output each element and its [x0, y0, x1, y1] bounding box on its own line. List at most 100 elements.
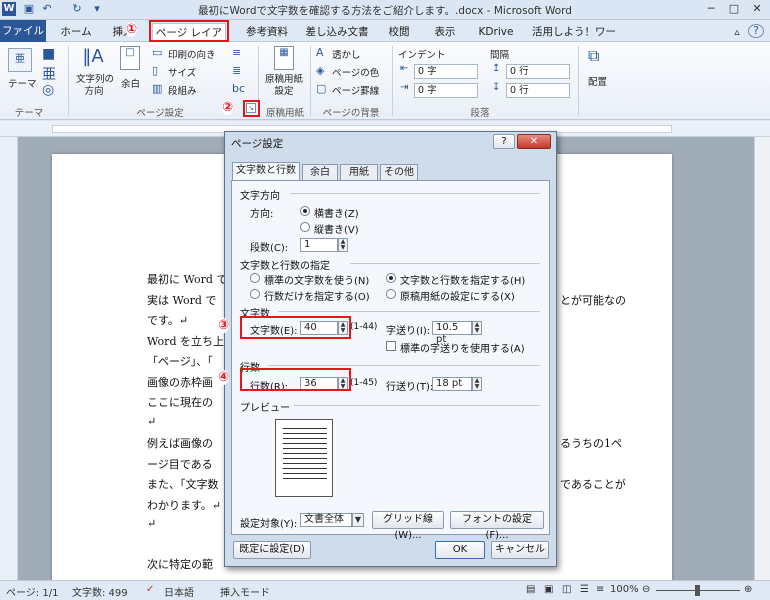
line-pitch-input[interactable]: 18 pt — [432, 377, 472, 391]
radio-horizontal-label[interactable]: 横書き(Z) — [314, 205, 359, 220]
radio-lines-only-label[interactable]: 行数だけを指定する(O) — [264, 288, 370, 303]
tab-chars-lines[interactable]: 文字数と行数 — [232, 162, 300, 181]
status-bar: ページ: 1/1 文字数: 499 ✓ 日本語 挿入モード ▤ ▣ ◫ ☰ ≡ … — [0, 580, 770, 600]
chevron-down-icon[interactable]: ▼ — [352, 513, 364, 527]
status-page[interactable]: ページ: 1/1 — [6, 584, 58, 599]
doc-line: 例えば画像の — [147, 437, 213, 450]
radio-lines-only[interactable] — [250, 289, 260, 299]
set-default-button[interactable]: 既定に設定(D) — [233, 541, 311, 559]
font-settings-button[interactable]: フォントの設定(F)... — [450, 511, 544, 541]
radio-horizontal[interactable] — [300, 206, 310, 216]
page-color-label[interactable]: ページの色 — [332, 65, 379, 79]
apply-to-select[interactable]: 文書全体 — [300, 513, 352, 527]
radio-vertical[interactable] — [300, 222, 310, 232]
theme-colors-icon[interactable]: ■ — [42, 46, 55, 62]
vertical-ruler[interactable] — [0, 137, 18, 580]
print-layout-icon[interactable]: ▤ — [526, 584, 535, 595]
text-direction-icon[interactable]: ‖A — [80, 46, 106, 67]
page-border-icon[interactable]: ▢ — [316, 82, 326, 95]
radio-vertical-label[interactable]: 縦書き(V) — [314, 221, 359, 236]
columns-input[interactable]: 1 — [300, 238, 338, 252]
zoom-in-icon[interactable]: ⊕ — [744, 584, 752, 595]
radio-chars-and-lines[interactable] — [386, 273, 396, 283]
zoom-out-icon[interactable]: ⊖ — [642, 584, 650, 595]
hyphenation-icon[interactable]: bc — [232, 82, 245, 95]
char-pitch-spin[interactable]: ▲ ▼ — [472, 321, 482, 335]
tab-margins[interactable]: 余白 — [302, 164, 338, 181]
line-numbers-icon[interactable]: ≣ — [232, 64, 241, 77]
manuscript-button[interactable]: 原稿用紙 設定 — [262, 74, 306, 98]
page-color-icon[interactable]: ◈ — [316, 64, 324, 77]
manuscript-icon[interactable]: ▦ — [274, 46, 294, 70]
proofing-icon[interactable]: ✓ — [146, 584, 154, 595]
tab-review[interactable]: 校閲 — [384, 23, 414, 41]
tab-home[interactable]: ホーム — [56, 23, 96, 41]
indent-right-input[interactable]: 0 字 — [414, 83, 478, 98]
cancel-button[interactable]: キャンセル — [491, 541, 549, 559]
columns-spin[interactable]: ▲ ▼ — [338, 238, 348, 252]
draft-icon[interactable]: ≡ — [596, 584, 604, 595]
indent-left-input[interactable]: 0 字 — [414, 64, 478, 79]
size-label[interactable]: サイズ — [168, 65, 196, 79]
tab-word-tips[interactable]: 活用しよう！ワード — [530, 23, 618, 56]
standard-pitch-checkbox[interactable] — [386, 341, 396, 351]
vertical-scrollbar[interactable] — [754, 137, 770, 580]
char-pitch-input[interactable]: 10.5 pt — [432, 321, 472, 345]
margin-label[interactable]: 余白 — [121, 76, 140, 90]
standard-pitch-label[interactable]: 標準の字送りを使用する(A) — [400, 340, 525, 355]
theme-fonts-icon[interactable]: 亜 — [42, 64, 56, 84]
tab-file[interactable]: ファイル — [0, 20, 46, 42]
ok-button[interactable]: OK — [435, 541, 485, 559]
maximize-button[interactable]: □ — [723, 1, 745, 17]
radio-standard-chars[interactable] — [250, 273, 260, 283]
theme-label[interactable]: テーマ — [8, 76, 37, 90]
status-insert-mode[interactable]: 挿入モード — [220, 584, 270, 599]
group-separator — [68, 46, 69, 116]
radio-manuscript-label[interactable]: 原稿用紙の設定にする(X) — [400, 288, 515, 303]
margin-icon[interactable]: □ — [120, 46, 140, 70]
tab-paper[interactable]: 用紙 — [340, 164, 378, 181]
close-button[interactable]: ✕ — [746, 1, 768, 17]
spacing-before-input[interactable]: 0 行 — [506, 64, 570, 79]
spacing-after-input[interactable]: 0 行 — [506, 83, 570, 98]
tab-kdrive[interactable]: KDrive — [474, 23, 518, 41]
watermark-label[interactable]: 透かし — [332, 47, 361, 61]
group-manuscript: 原稿用紙 — [265, 108, 304, 119]
theme-effects-icon[interactable]: ◎ — [42, 82, 54, 98]
text-direction-label[interactable]: 文字列の 方向 — [76, 74, 114, 98]
spacing-header: 間隔 — [490, 50, 510, 61]
minimize-ribbon-icon[interactable]: ▵ — [730, 23, 744, 41]
status-word-count[interactable]: 文字数: 499 — [72, 584, 128, 599]
size-icon[interactable]: ▯ — [152, 64, 158, 77]
tab-other[interactable]: その他 — [380, 164, 418, 181]
zoom-slider-thumb[interactable] — [695, 585, 700, 596]
status-language[interactable]: 日本語 — [164, 584, 194, 599]
web-layout-icon[interactable]: ◫ — [562, 584, 571, 595]
theme-icon[interactable]: 亜 — [8, 48, 32, 72]
orientation-label[interactable]: 印刷の向き — [168, 47, 216, 61]
tab-view[interactable]: 表示 — [430, 23, 460, 41]
watermark-icon[interactable]: A — [316, 46, 324, 59]
radio-chars-and-lines-label[interactable]: 文字数と行数を指定する(H) — [400, 272, 525, 287]
orientation-icon[interactable]: ▭ — [152, 46, 162, 59]
minimize-button[interactable]: ─ — [700, 1, 722, 17]
columns-icon[interactable]: ▥ — [152, 82, 162, 95]
radio-standard-chars-label[interactable]: 標準の文字数を使う(N) — [264, 272, 369, 287]
radio-manuscript[interactable] — [386, 289, 396, 299]
tab-references[interactable]: 参考資料 — [242, 23, 292, 41]
dialog-close-button[interactable]: ✕ — [517, 134, 551, 149]
tab-mailings[interactable]: 差し込み文書 — [304, 23, 370, 41]
line-pitch-spin[interactable]: ▲ ▼ — [472, 377, 482, 391]
lines-range: (1-45) — [350, 378, 378, 388]
zoom-level[interactable]: 100% — [610, 584, 639, 595]
grid-lines-button[interactable]: グリッド線(W)... — [372, 511, 444, 541]
full-screen-icon[interactable]: ▣ — [544, 584, 553, 595]
dialog-help-button[interactable]: ? — [493, 134, 515, 149]
help-icon[interactable]: ? — [748, 24, 764, 38]
breaks-icon[interactable]: ≡ — [232, 46, 241, 59]
columns-label[interactable]: 段組み — [168, 83, 197, 97]
page-border-label[interactable]: ページ罫線 — [332, 83, 379, 97]
arrange-icon[interactable]: ⧉ — [588, 46, 599, 66]
arrange-label[interactable]: 配置 — [588, 74, 607, 88]
outline-icon[interactable]: ☰ — [580, 584, 589, 595]
